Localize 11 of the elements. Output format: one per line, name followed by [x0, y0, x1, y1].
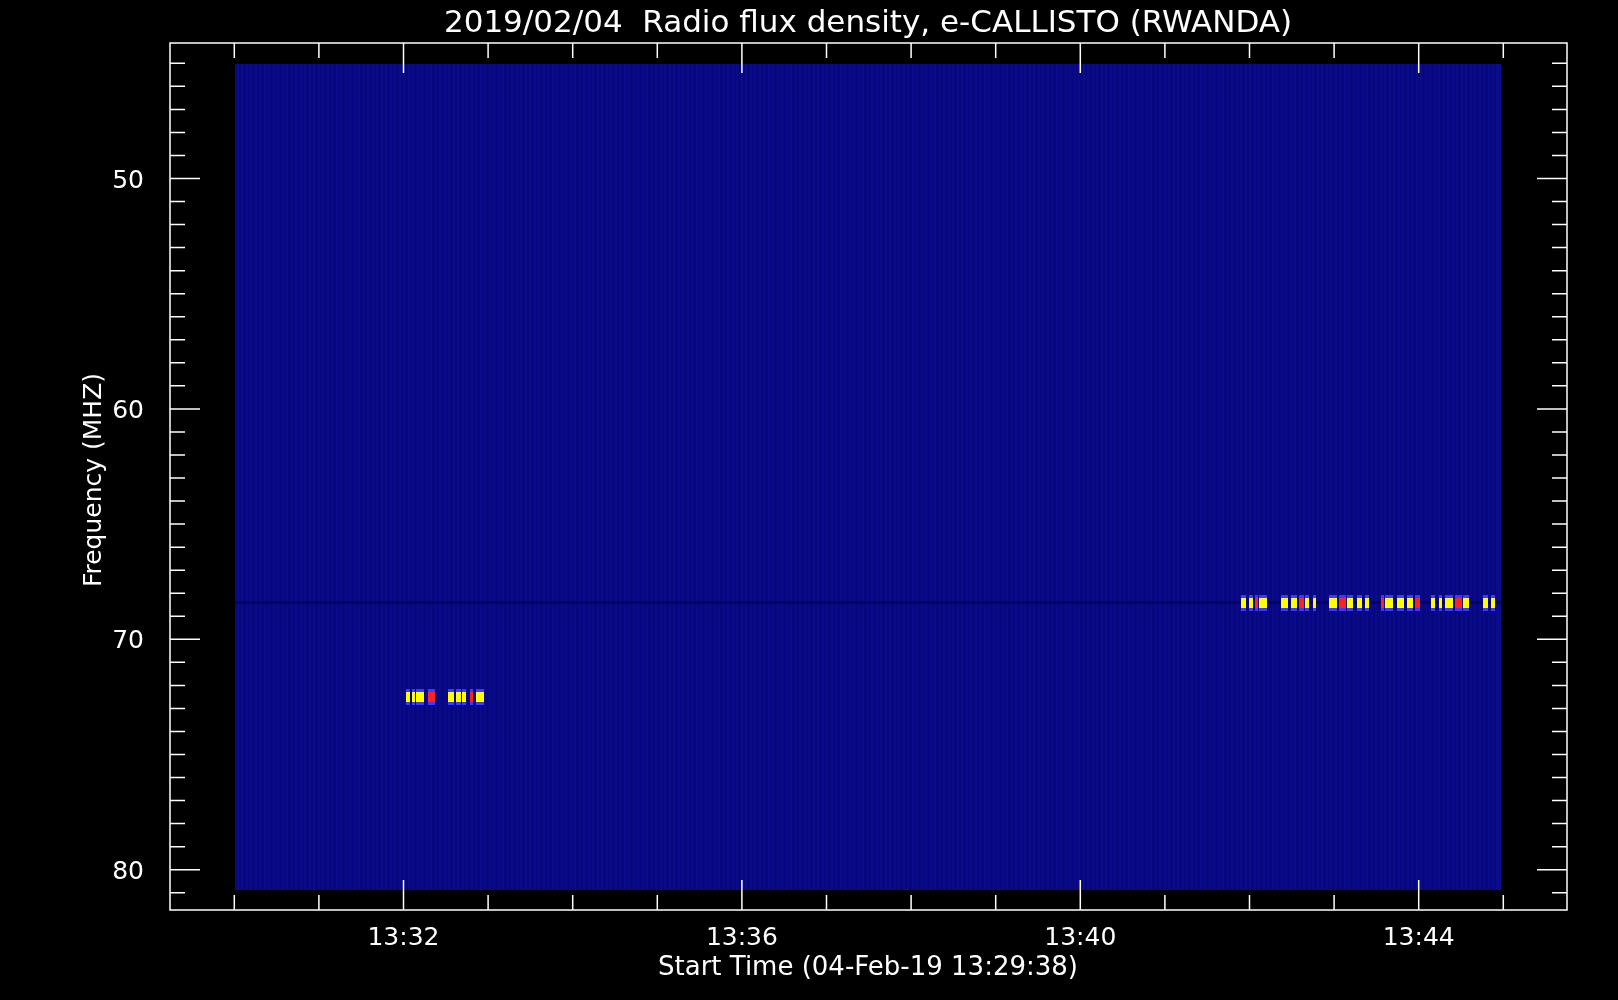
- axis-title: Start Time (04-Feb-19 13:29:38): [658, 951, 1078, 981]
- axis-tick-label: 70: [112, 625, 144, 655]
- axis-tick-label: 50: [112, 164, 144, 194]
- axis-title: Frequency (MHZ): [78, 372, 107, 588]
- axis-tick-label: 13:36: [705, 922, 778, 951]
- axis-tick-label: 60: [112, 394, 144, 424]
- axis-tick-label: 13:44: [1382, 922, 1455, 951]
- axis-tick-label: 80: [112, 855, 144, 885]
- axis-tick-label: 13:32: [367, 922, 440, 951]
- chart-title: 2019/02/04 Radio flux density, e-CALLISTO (RWANDA): [443, 3, 1293, 39]
- axis-tick-label: 13:40: [1044, 922, 1117, 951]
